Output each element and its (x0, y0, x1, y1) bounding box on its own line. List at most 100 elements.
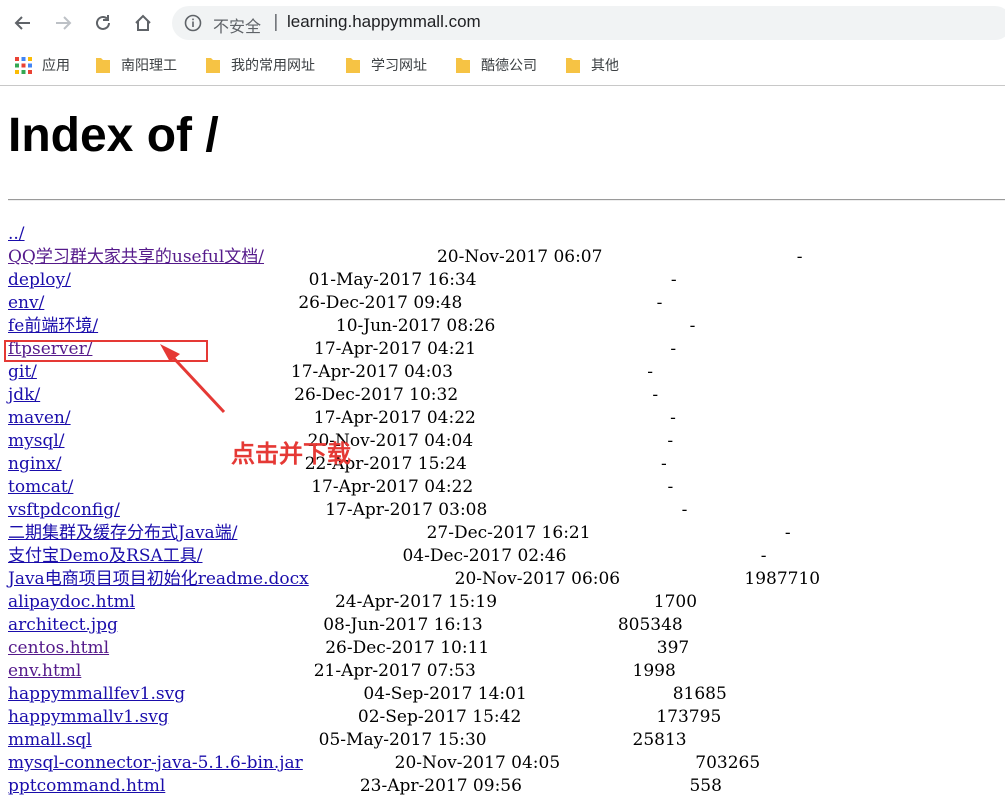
column-padding (73, 477, 311, 497)
page-title: Index of / (8, 109, 219, 162)
entry-link[interactable]: happymmallfev1.svg (8, 684, 185, 704)
entry-link[interactable]: 二期集群及缓存分布式Java端/ (8, 523, 237, 543)
entry-date: 17-Apr-2017 03:08 (325, 500, 488, 520)
entry-date: 23-Apr-2017 09:56 (359, 776, 522, 796)
table-row: 二期集群及缓存分布式Java端/ 27-Dec-2017 16:21 - (8, 522, 820, 545)
back-arrow-icon (14, 16, 30, 30)
entry-link[interactable]: mysql/ (8, 431, 65, 451)
forward-button[interactable] (49, 9, 77, 37)
entry-link[interactable]: happymmallv1.svg (8, 707, 169, 727)
entry-size: - (647, 362, 653, 382)
entry-size: - (661, 454, 667, 474)
entry-size: - (670, 339, 677, 359)
table-row: env/ 26-Dec-2017 09:48 - (8, 292, 820, 315)
entry-link[interactable]: Java电商项目项目初始化readme.docx (8, 569, 309, 589)
entry-size: - (667, 477, 674, 497)
entry-size: 173795 (656, 707, 722, 727)
folder-icon (345, 56, 361, 74)
entry-date: 04-Dec-2017 02:46 (402, 546, 567, 566)
entry-link[interactable]: jdk/ (8, 385, 40, 405)
entry-link[interactable]: QQ学习群大家共享的useful文档/ (8, 247, 264, 267)
column-padding (71, 270, 309, 290)
entry-link[interactable]: maven/ (8, 408, 71, 428)
table-row: mysql/ 20-Nov-2017 04:04- (8, 430, 820, 453)
table-row: deploy/ 01-May-2017 16:34 - (8, 269, 820, 292)
reload-button[interactable] (89, 9, 117, 37)
entry-size: - (784, 523, 791, 543)
column-padding (165, 776, 360, 796)
bookmark-apps[interactable]: 应用 (15, 55, 70, 75)
entry-link[interactable]: deploy/ (8, 270, 71, 290)
bookmark-folder-other[interactable]: 其他 (565, 55, 619, 75)
address-separator: | (273, 12, 279, 32)
entry-size: 558 (689, 776, 722, 796)
column-padding (264, 247, 437, 267)
entry-link[interactable]: env/ (8, 293, 44, 313)
bookmark-folder-study[interactable]: 学习网址 (345, 55, 427, 75)
bookmark-folder-nanyang[interactable]: 南阳理工 (95, 55, 177, 75)
column-padding (109, 638, 325, 658)
entry-date: 10-Jun-2017 08:26 (335, 316, 496, 336)
entry-size: 805348 (617, 615, 683, 635)
info-icon[interactable] (184, 14, 202, 32)
entry-link[interactable]: pptcommand.html (8, 776, 165, 796)
entry-link[interactable]: centos.html (8, 638, 109, 658)
entry-date: 24-Apr-2017 15:19 (334, 592, 498, 612)
bookmark-folder-company[interactable]: 酷德公司 (455, 55, 537, 75)
column-padding (237, 523, 426, 543)
entry-date: 02-Sep-2017 15:42 (357, 707, 522, 727)
table-row: env.html 21-Apr-2017 07:53 1998 (8, 660, 820, 683)
entry-link[interactable]: 支付宝Demo及RSA工具/ (8, 546, 203, 566)
annotation-text: 点击并下载 (231, 440, 351, 468)
folder-icon (95, 56, 111, 74)
entry-date: 21-Apr-2017 07:53 (313, 661, 476, 681)
entry-link[interactable]: fe前端环境/ (8, 316, 98, 336)
entry-link[interactable]: env.html (8, 661, 81, 681)
table-row: jdk/ 26-Dec-2017 10:32 - (8, 384, 820, 407)
column-padding (92, 730, 319, 750)
entry-date: 20-Nov-2017 06:07 (436, 247, 603, 267)
entry-link[interactable]: architect.jpg (8, 615, 118, 635)
entry-size: - (796, 247, 803, 267)
annotation-arrow-icon (160, 344, 226, 414)
entry-link[interactable]: mysql-connector-java-5.1.6-bin.jar (8, 753, 303, 773)
entry-link[interactable]: ../ (8, 224, 25, 244)
entry-link[interactable]: vsftpdconfig/ (8, 500, 120, 520)
entry-link[interactable]: tomcat/ (8, 477, 73, 497)
bookmark-label: 学习网址 (371, 58, 427, 74)
bookmark-folder-common[interactable]: 我的常用网址 (205, 55, 315, 75)
entry-link[interactable]: mmall.sql (8, 730, 92, 750)
entry-link[interactable]: alipaydoc.html (8, 592, 135, 612)
entry-date: 26-Dec-2017 09:48 (298, 293, 463, 313)
apps-grid-icon (15, 56, 32, 74)
security-label: 不安全 (213, 17, 262, 36)
entry-link[interactable]: nginx/ (8, 454, 62, 474)
column-padding (203, 546, 403, 566)
entry-size: - (670, 270, 677, 290)
entry-size: 81685 (672, 684, 727, 704)
column-padding (135, 592, 335, 612)
home-icon (135, 14, 151, 31)
table-row: tomcat/ 17-Apr-2017 04:22 - (8, 476, 820, 499)
entry-date: 27-Dec-2017 16:21 (426, 523, 591, 543)
back-button[interactable] (9, 9, 37, 37)
bookmark-label: 酷德公司 (481, 58, 537, 74)
table-row: mmall.sql 05-May-2017 15:30 25813 (8, 729, 820, 752)
folder-icon (565, 56, 581, 74)
column-padding (120, 500, 325, 520)
entry-size: - (681, 500, 688, 520)
entry-date: 17-Apr-2017 04:03 (290, 362, 453, 382)
entry-size: - (656, 293, 663, 313)
url-text[interactable]: learning.happymmall.com (287, 12, 481, 32)
entry-date: 17-Apr-2017 04:21 (314, 339, 477, 359)
table-row: pptcommand.html 23-Apr-2017 09:56 558 (8, 775, 820, 798)
divider (8, 199, 1005, 201)
entry-date: 20-Nov-2017 04:05 (394, 753, 561, 773)
column-padding (118, 615, 323, 635)
address-bar[interactable]: 不安全 | learning.happymmall.com (172, 6, 1005, 40)
column-padding (303, 753, 395, 773)
entry-link[interactable]: git/ (8, 362, 37, 382)
bookmarks-bar: 应用 南阳理工 我的常用网址 学习网址 酷德公司 其他 (0, 46, 1005, 86)
home-button[interactable] (129, 9, 157, 37)
forward-arrow-icon (56, 16, 72, 30)
